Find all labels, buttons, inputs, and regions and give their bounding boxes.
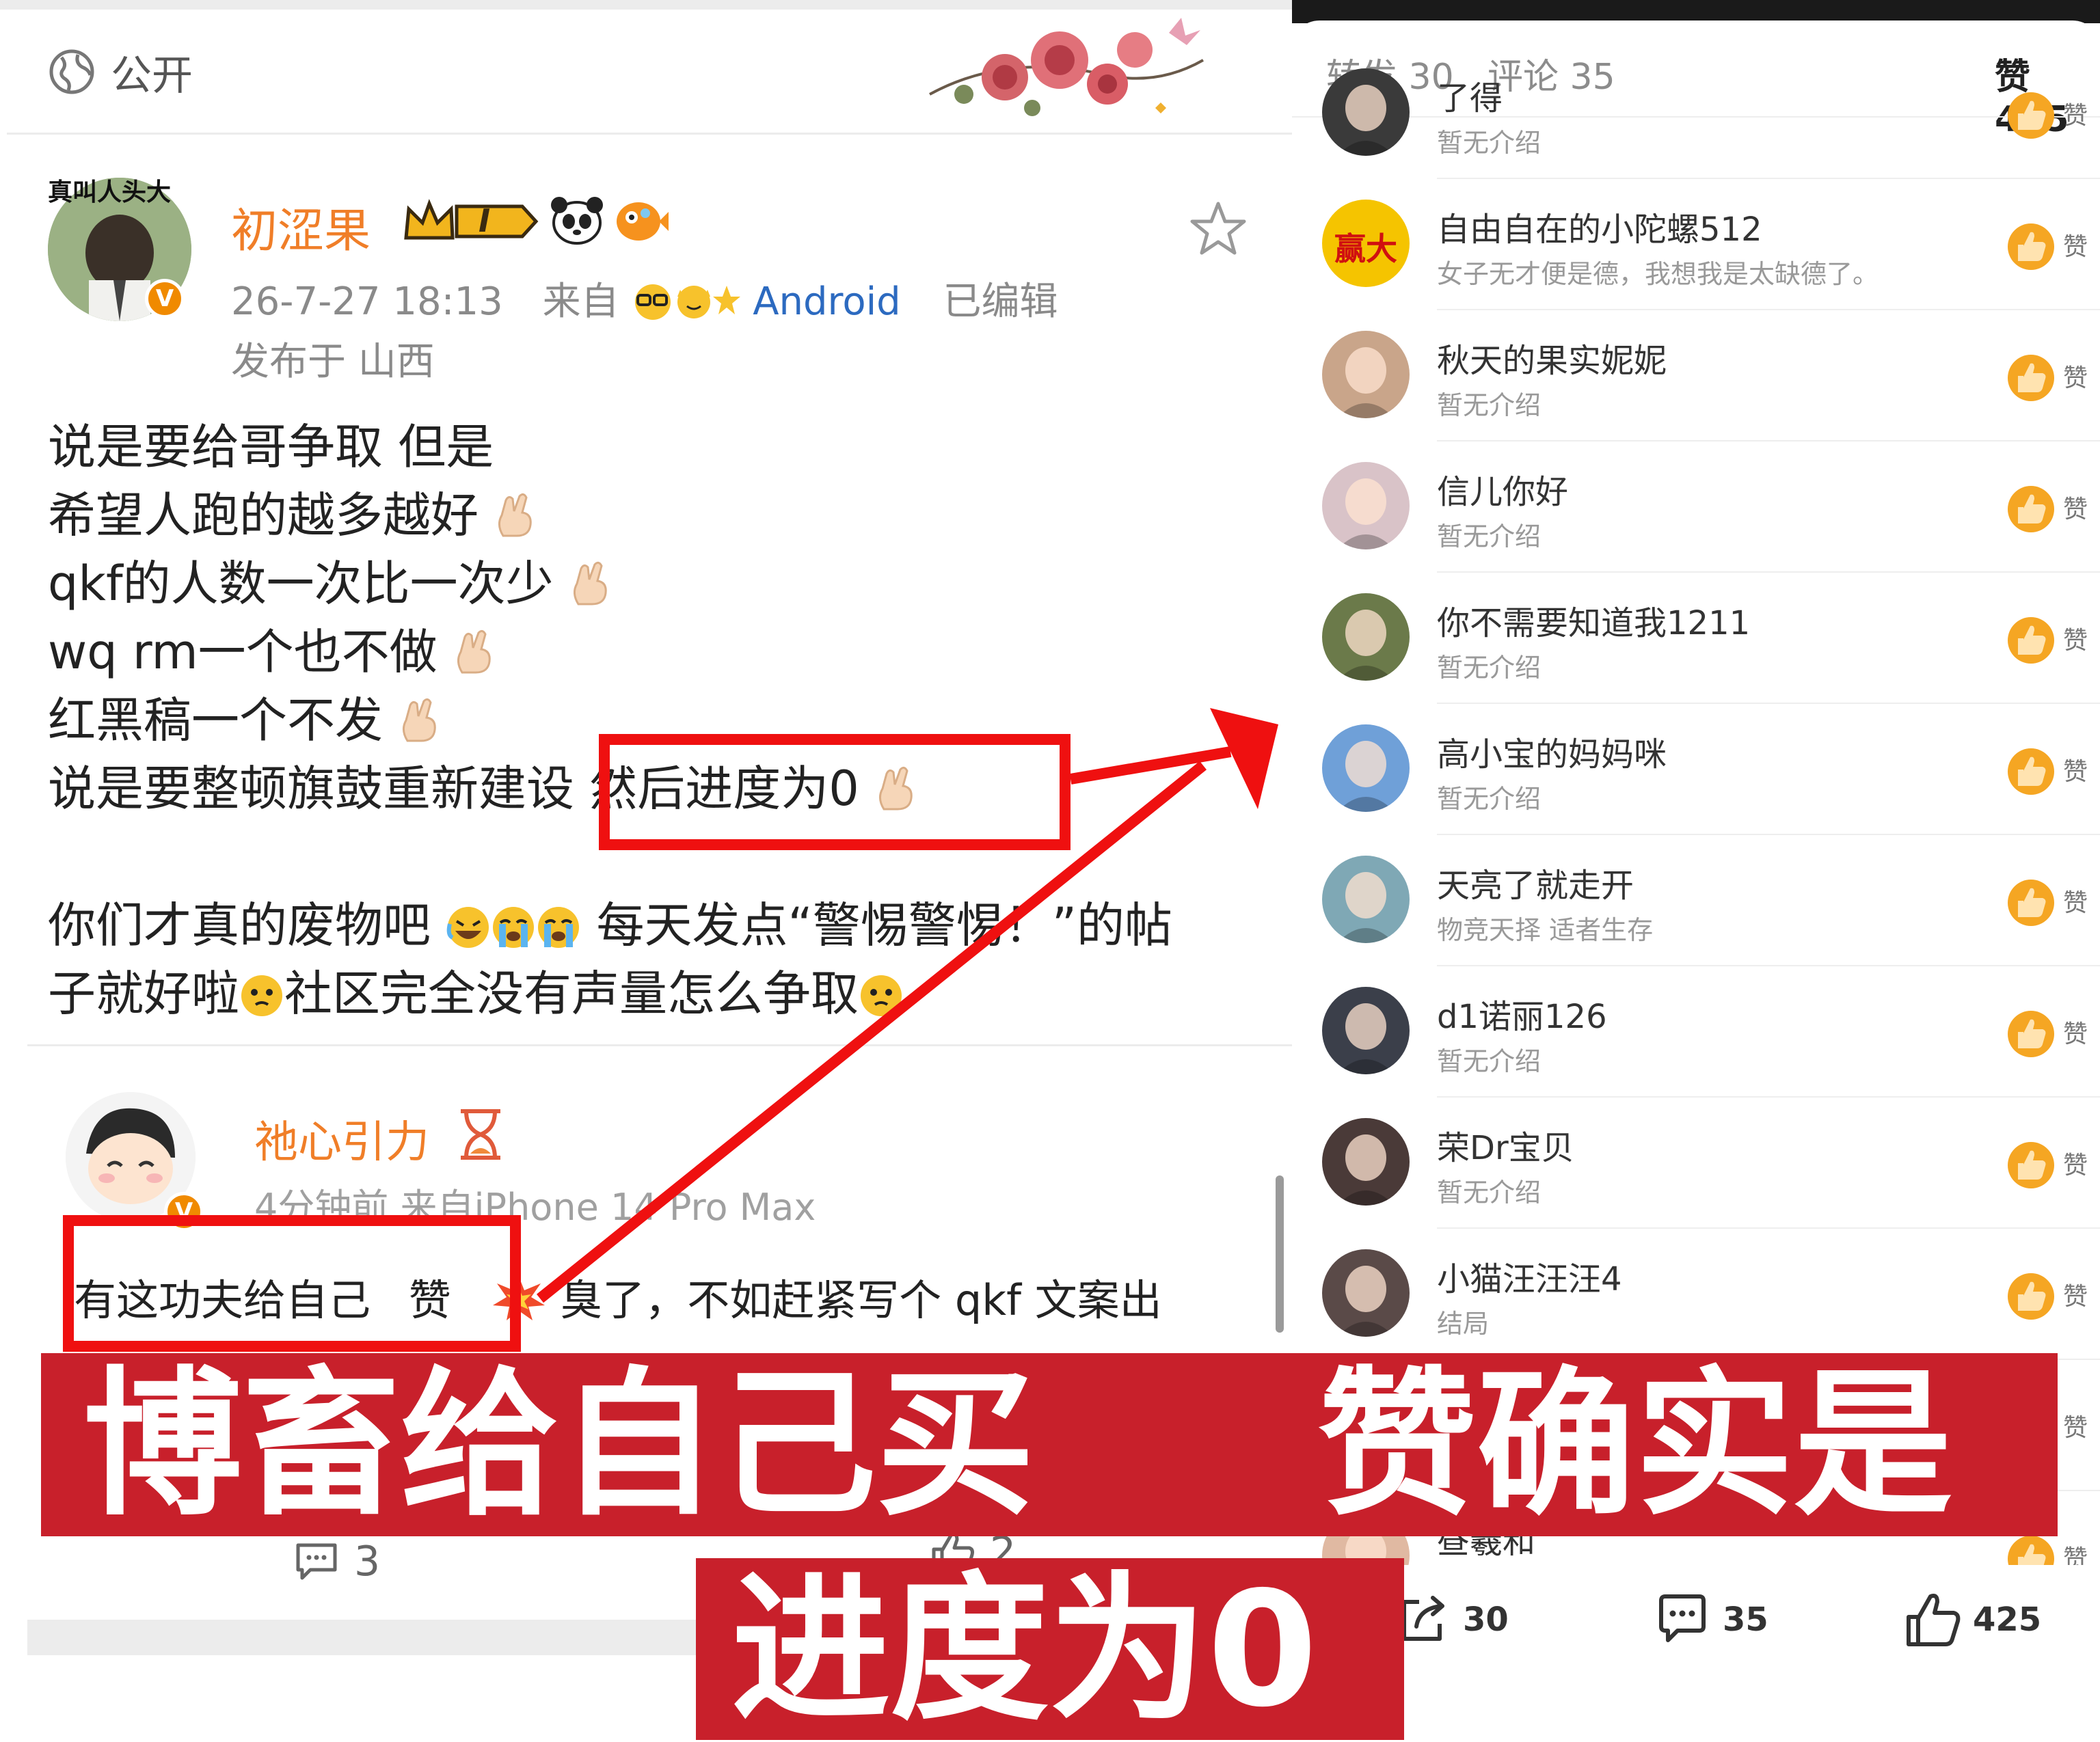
user-name[interactable]: d1诺丽126 bbox=[1437, 990, 1607, 1037]
user-description: 暂无介绍 bbox=[1437, 128, 1542, 158]
like-action[interactable]: 425 bbox=[1903, 1591, 2041, 1648]
like-label: 赞 bbox=[2063, 627, 2088, 655]
user-avatar[interactable] bbox=[1322, 724, 1410, 812]
user-avatar[interactable] bbox=[1322, 331, 1410, 418]
share-icon bbox=[1402, 1596, 1444, 1641]
like-user-row[interactable]: 高小宝的妈妈咪暂无介绍 赞 bbox=[1292, 704, 2100, 835]
like-label: 赞 bbox=[2063, 495, 2088, 523]
user-description: 女子无才便是德，我想我是太缺德了。 bbox=[1437, 259, 1879, 289]
like-user-row[interactable]: 了得暂无介绍 赞 bbox=[1292, 68, 2100, 179]
status-bar bbox=[1292, 0, 2100, 23]
user-description: 暂无介绍 bbox=[1437, 1046, 1542, 1076]
bottom-action-bar: 30 35 425 bbox=[1292, 1565, 2100, 1674]
user-avatar[interactable] bbox=[1322, 987, 1410, 1074]
user-avatar[interactable] bbox=[1322, 593, 1410, 681]
user-name[interactable]: 荣Dr宝贝 bbox=[1437, 1121, 1574, 1169]
user-description: 暂无介绍 bbox=[1437, 1178, 1542, 1208]
user-avatar[interactable] bbox=[1322, 1118, 1410, 1206]
caption-line1b: 赞确实是 bbox=[1318, 1352, 1953, 1537]
like-label: 赞 bbox=[2063, 889, 2088, 917]
repost-action[interactable]: 30 bbox=[1396, 1592, 1509, 1647]
like-label: 赞 bbox=[2063, 102, 2088, 130]
user-description: 暂无介绍 bbox=[1437, 521, 1542, 552]
like-user-list: 了得 暂无介绍赞赢大 自由自在的小陀螺512 女子无才便是德，我想我是太缺德了。赞秋天… bbox=[1292, 68, 2100, 1565]
caption-banner-line2: 进度为0 bbox=[696, 1558, 1404, 1740]
like-user-row[interactable]: 小猫汪汪汪4 结局 赞 bbox=[1292, 1229, 2100, 1360]
like-thumb-icon bbox=[2008, 1142, 2054, 1188]
user-name[interactable]: 秋天的果实妮妮 bbox=[1437, 334, 1667, 381]
user-description: 暂无介绍 bbox=[1437, 390, 1542, 420]
caption-line2: 进度为0 bbox=[731, 1557, 1318, 1742]
user-avatar[interactable] bbox=[1322, 1249, 1410, 1337]
avatar-text: 赢大 bbox=[1334, 230, 1397, 267]
like-label: 赞 bbox=[2063, 1283, 2088, 1311]
comment-action[interactable]: 35 bbox=[1654, 1592, 1768, 1647]
like-thumb-icon bbox=[2008, 355, 2054, 401]
like-thumb-icon bbox=[2008, 880, 2054, 926]
like-user-row[interactable]: d1诺丽126 暂无介绍 赞 bbox=[1292, 966, 2100, 1098]
like-thumb-icon bbox=[2008, 1536, 2054, 1565]
user-avatar[interactable] bbox=[1322, 856, 1410, 943]
like-user-row[interactable]: 秋天的果实妮妮暂无介绍 赞 bbox=[1292, 310, 2100, 441]
caption-banner-line1: 博畜给自己买 赞确实是 bbox=[41, 1353, 2058, 1536]
like-user-row[interactable]: 天亮了就走开物竞天择 适者生存 赞 bbox=[1292, 835, 2100, 966]
like-thumb-icon bbox=[2008, 617, 2054, 664]
user-description: 暂无介绍 bbox=[1437, 653, 1542, 683]
like-count-total: 425 bbox=[1973, 1601, 2042, 1639]
like-user-row[interactable]: 赢大 自由自在的小陀螺512 女子无才便是德，我想我是太缺德了。 赞 bbox=[1292, 179, 2100, 310]
user-description: 结局 bbox=[1437, 1309, 1490, 1339]
like-thumb-icon bbox=[2008, 1011, 2054, 1057]
user-avatar[interactable] bbox=[1322, 68, 1410, 156]
like-thumb-icon bbox=[2008, 486, 2054, 532]
user-name[interactable]: 天亮了就走开 bbox=[1437, 858, 1634, 906]
user-name[interactable]: 小猫汪汪汪4 bbox=[1437, 1252, 1622, 1300]
caption-line1: 博畜给自己买 bbox=[83, 1352, 1036, 1537]
arrow-line-top bbox=[1069, 746, 1232, 785]
user-name[interactable]: 信儿你好 bbox=[1437, 465, 1568, 513]
like-label: 赞 bbox=[2063, 233, 2088, 261]
arrow-line-diagonal bbox=[536, 761, 1207, 1303]
comment-icon bbox=[1659, 1594, 1706, 1642]
like-label: 赞 bbox=[2063, 364, 2088, 392]
user-name[interactable]: 自由自在的小陀螺512 bbox=[1437, 202, 1762, 250]
user-name[interactable]: 高小宝的妈妈咪 bbox=[1437, 727, 1667, 775]
like-label: 赞 bbox=[2063, 758, 2088, 786]
like-label: 赞 bbox=[2063, 1545, 2088, 1565]
like-user-row[interactable]: 你不需要知道我1211 暂无介绍 赞 bbox=[1292, 573, 2100, 704]
like-user-row[interactable]: 荣Dr宝贝暂无介绍 赞 bbox=[1292, 1098, 2100, 1229]
user-avatar[interactable]: 赢大 bbox=[1322, 200, 1410, 287]
user-description: 物竞天择 适者生存 bbox=[1437, 915, 1654, 945]
comment-count: 35 bbox=[1723, 1601, 1768, 1639]
like-thumb-icon bbox=[2008, 223, 2054, 270]
user-name[interactable]: 了得 bbox=[1437, 71, 1503, 119]
like-thumb-icon bbox=[2008, 92, 2054, 139]
like-thumb-icon bbox=[2008, 1273, 2054, 1320]
like-label: 赞 bbox=[2063, 1152, 2088, 1180]
like-user-row[interactable]: 信儿你好暂无介绍 赞 bbox=[1292, 441, 2100, 573]
like-label: 赞 bbox=[2063, 1020, 2088, 1048]
user-name[interactable]: 你不需要知道我1211 bbox=[1437, 596, 1750, 644]
like-label: 赞 bbox=[2063, 1414, 2088, 1442]
like-thumb-icon bbox=[2008, 748, 2054, 795]
thumbs-up-icon bbox=[1907, 1594, 1961, 1646]
user-avatar[interactable] bbox=[1322, 462, 1410, 549]
repost-count: 30 bbox=[1463, 1601, 1509, 1639]
user-description: 暂无介绍 bbox=[1437, 784, 1542, 814]
